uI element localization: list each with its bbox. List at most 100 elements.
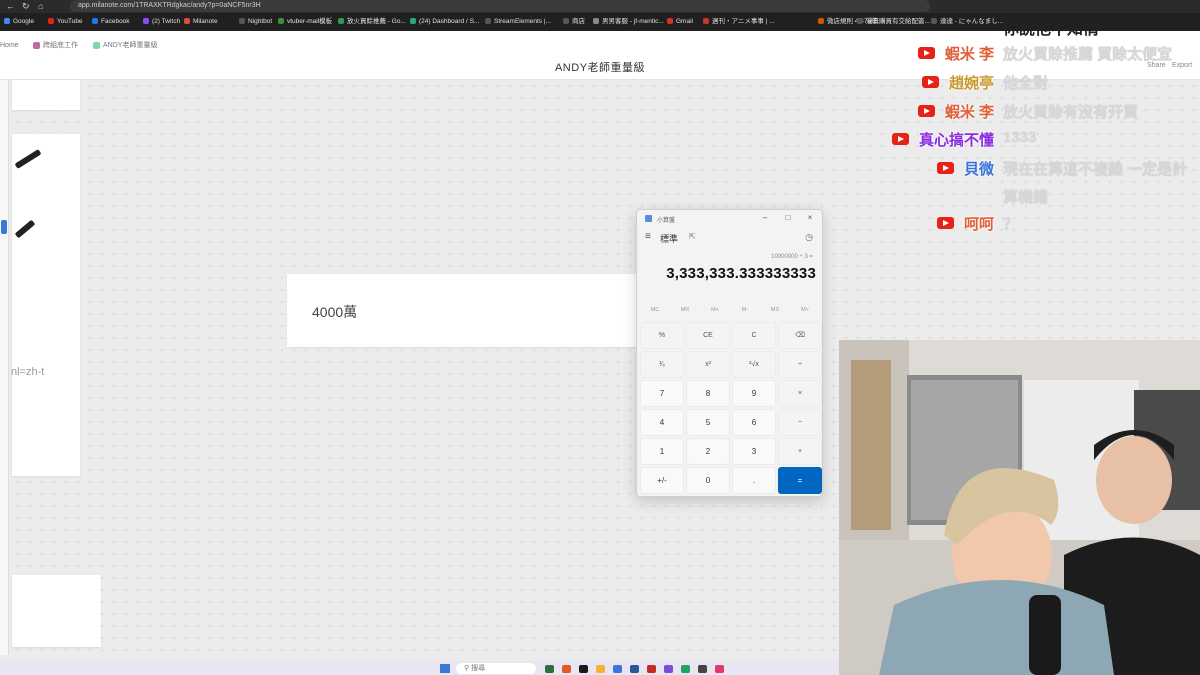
webcam-feed <box>839 340 1200 675</box>
bookmark-label: Nightbot <box>248 18 273 25</box>
calc-key[interactable]: × <box>778 380 822 407</box>
bookmark-item[interactable]: Nightbot <box>239 16 272 28</box>
calc-key[interactable]: ¹⁄ₓ <box>640 351 684 378</box>
bookmark-label: 達達 - にゃんなまし... <box>940 18 1004 25</box>
chat-message-text: ？ <box>1003 216 1019 233</box>
taskbar-app-icon[interactable] <box>698 665 707 673</box>
memory-key[interactable]: M+ <box>700 307 730 313</box>
memory-key[interactable]: MR <box>670 307 700 313</box>
calc-key[interactable]: 2 <box>686 438 730 465</box>
bookmark-favicon-icon <box>857 18 863 25</box>
calc-key[interactable]: 4 <box>640 409 684 436</box>
bookmark-item[interactable]: Milanote <box>184 16 218 28</box>
calc-key[interactable]: ⌫ <box>778 322 822 349</box>
calc-key[interactable]: x² <box>686 351 730 378</box>
taskbar-app-icon[interactable] <box>545 665 554 673</box>
calc-key[interactable]: % <box>640 322 684 349</box>
bookmark-item[interactable]: 週刊・アニメ事事 | ... <box>703 16 775 28</box>
youtube-icon <box>891 133 909 145</box>
calculator-result: 3,333,333.333333333 <box>666 265 816 282</box>
taskbar-app-icon[interactable] <box>613 665 622 673</box>
bookmark-label: 週刊・アニメ事事 | ... <box>712 18 775 25</box>
calc-key[interactable]: 6 <box>732 409 776 436</box>
calc-key[interactable]: 9 <box>732 380 776 407</box>
bookmark-label: Facebook <box>101 18 130 25</box>
bookmark-label: Milanote <box>193 18 218 25</box>
chat-message: 蝦米 李放火買賒推薦 買賒太便宜 <box>0 43 1200 67</box>
calc-key[interactable]: 5 <box>686 409 730 436</box>
bookmark-item[interactable]: StreamElements |... <box>485 16 551 28</box>
calc-key[interactable]: . <box>732 467 776 494</box>
taskbar-app-icon[interactable] <box>715 665 724 673</box>
youtube-icon <box>917 105 935 117</box>
youtube-icon <box>917 47 935 59</box>
taskbar-app-icon[interactable] <box>596 665 605 673</box>
canvas-card[interactable] <box>12 575 101 647</box>
memory-key[interactable]: MS <box>760 307 790 313</box>
equals-button[interactable]: = <box>778 467 822 494</box>
calc-key[interactable]: CE <box>686 322 730 349</box>
reload-icon[interactable]: ↻ <box>22 1 30 12</box>
calc-key[interactable]: ÷ <box>778 351 822 378</box>
taskbar-app-icon[interactable] <box>562 665 571 673</box>
bookmark-item[interactable]: (24) Dashboard / S... <box>410 16 479 28</box>
image-card[interactable] <box>12 134 80 476</box>
calc-key[interactable]: 3 <box>732 438 776 465</box>
calc-key[interactable]: ²√x <box>732 351 776 378</box>
bookmark-item[interactable]: 達達 - にゃんなまし... <box>931 16 1003 28</box>
calc-key[interactable]: 1 <box>640 438 684 465</box>
address-input[interactable]: app.milanote.com/1TRAXKTRdgkac/andy?p=0a… <box>70 0 930 12</box>
bookmark-favicon-icon <box>143 18 149 25</box>
home-icon[interactable]: ⌂ <box>38 1 43 11</box>
chat-message: 貝微 現在在算這不複雜 一定是計 算機錯 <box>0 158 1200 206</box>
chat-author-name: 貝微 <box>963 161 994 178</box>
bookmark-favicon-icon <box>184 18 190 25</box>
bookmark-item[interactable]: (2) Twitch <box>143 16 180 28</box>
taskbar-app-icon[interactable] <box>579 665 588 673</box>
taskbar-app-icon[interactable] <box>630 665 639 673</box>
calc-key[interactable]: − <box>778 409 822 436</box>
bookmark-item[interactable]: Facebook <box>92 16 130 28</box>
back-icon[interactable]: ← <box>6 1 15 11</box>
calc-key[interactable]: 8 <box>686 380 730 407</box>
bookmark-item[interactable]: 放火買賒推薦 - Go... <box>338 16 406 28</box>
bookmark-item[interactable]: vtuber-mail模板 <box>278 16 332 28</box>
chat-message-text: 1333 <box>1003 129 1037 146</box>
bookmark-item[interactable]: 男男客服 - jf-mentic... <box>593 16 664 28</box>
bookmark-label: 放火買賒推薦 - Go... <box>347 18 406 25</box>
calc-key[interactable]: 7 <box>640 380 684 407</box>
chat-author-name: 呵呵 <box>963 216 994 233</box>
taskbar-app-icon[interactable] <box>664 665 673 673</box>
note-text: 4000萬 <box>312 304 358 320</box>
memory-key[interactable]: M- <box>730 307 760 313</box>
webcam-image <box>839 340 1200 675</box>
memory-key[interactable]: MC <box>640 307 670 313</box>
browser-url-bar: ← ↻ ⌂ app.milanote.com/1TRAXKTRdgkac/and… <box>0 0 1200 13</box>
bookmark-favicon-icon <box>818 18 824 25</box>
bookmark-favicon-icon <box>338 18 344 25</box>
bookmark-item[interactable]: Google <box>4 16 34 28</box>
bookmark-item[interactable]: YouTube <box>48 16 83 28</box>
calc-key[interactable]: C <box>732 322 776 349</box>
taskbar-search-input[interactable]: ⚲ 搜尋 <box>456 663 536 674</box>
bookmark-favicon-icon <box>667 18 673 25</box>
windows-taskbar <box>0 661 839 675</box>
memory-key[interactable]: M˅ <box>790 307 820 313</box>
bookmark-label: Gmail <box>676 18 693 25</box>
bookmark-item[interactable]: Gmail <box>667 16 693 28</box>
taskbar-app-icon[interactable] <box>647 665 656 673</box>
chat-message: 蝦米 李放火買賒有沒有开買 <box>0 101 1200 125</box>
chat-message-top: 你說他不知情 <box>1003 21 1100 38</box>
bookmark-item[interactable]: 漫畫購買有交給配簽... <box>857 16 930 28</box>
calc-key[interactable]: +/- <box>640 467 684 494</box>
calc-key[interactable]: 0 <box>686 467 730 494</box>
bookmark-label: StreamElements |... <box>494 18 551 25</box>
chat-message-text: 現在在算這不複雜 一定是計 <box>1003 161 1188 178</box>
chat-author-name: 蝦米 李 <box>944 46 994 63</box>
taskbar-app-icon[interactable] <box>681 665 690 673</box>
windows-start-icon[interactable] <box>440 664 450 673</box>
calc-key[interactable]: + <box>778 438 822 465</box>
bookmark-item[interactable]: 商店 <box>563 16 585 28</box>
youtube-icon <box>921 76 939 88</box>
calculator-expression: 10000000 ÷ 3 = <box>771 254 813 260</box>
